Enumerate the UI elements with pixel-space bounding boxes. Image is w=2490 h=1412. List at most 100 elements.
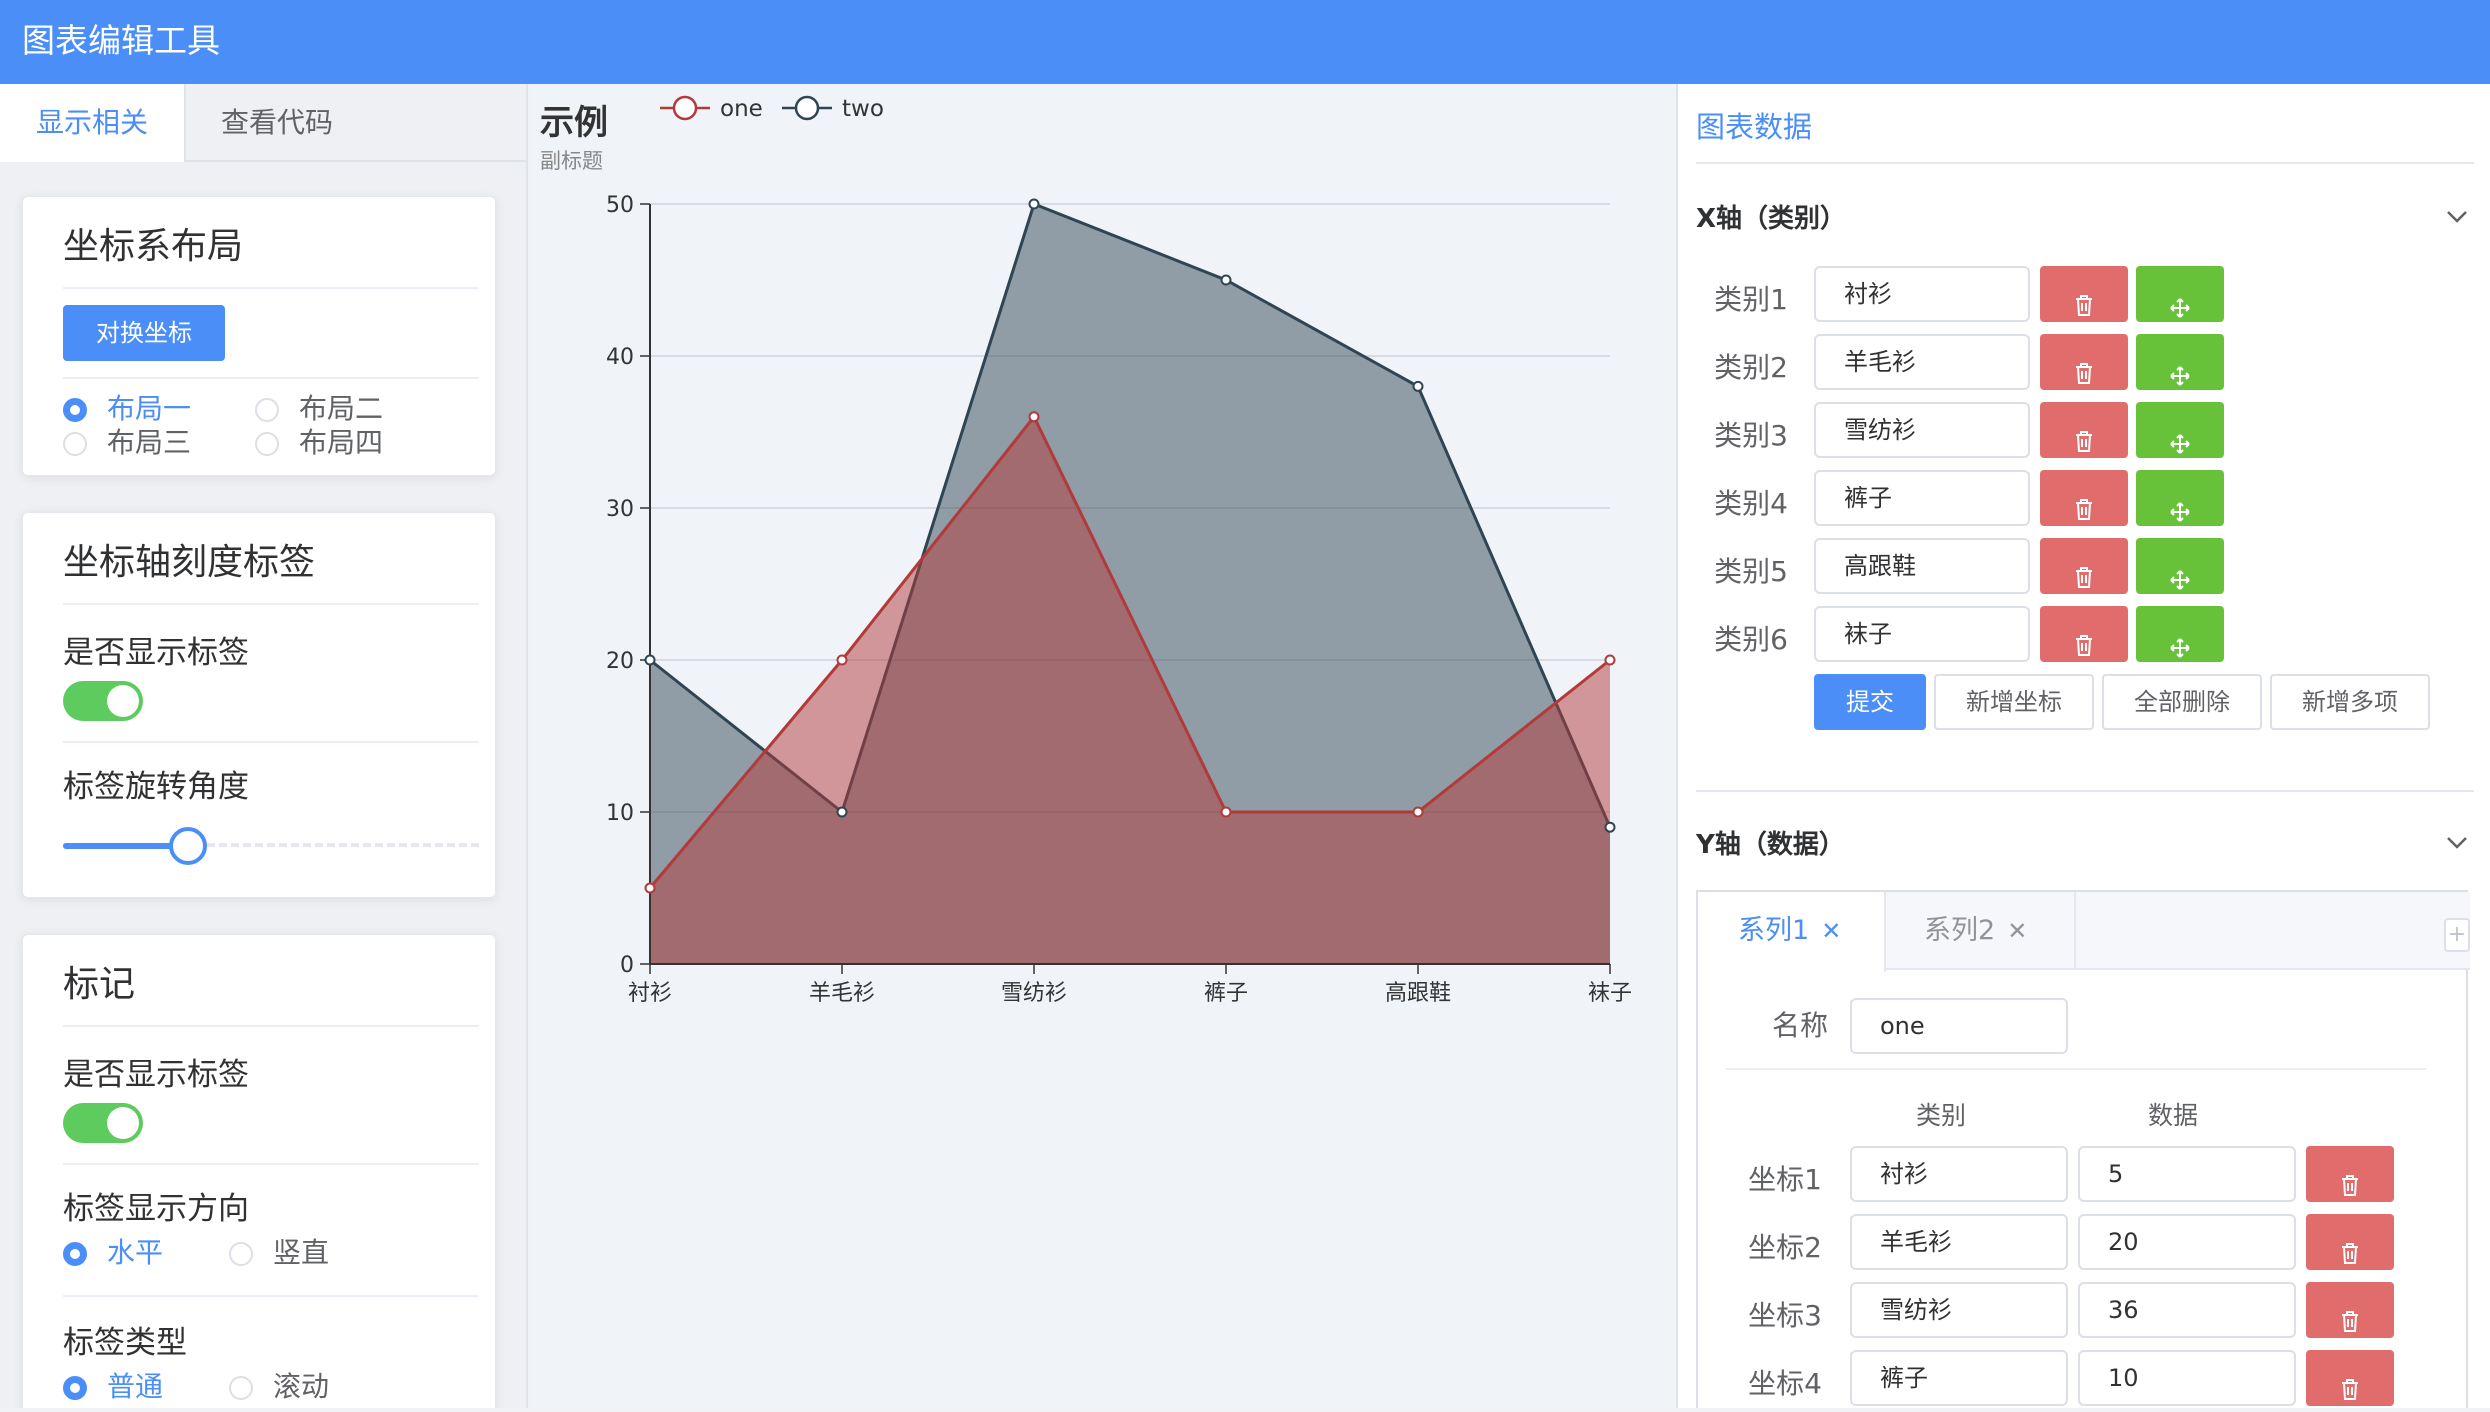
plus-icon[interactable]: + — [2444, 918, 2470, 952]
chevron-down-icon[interactable] — [2444, 204, 2470, 230]
marker-show-label-text: 是否显示标签 — [63, 1057, 249, 1093]
x-delete-button[interactable] — [2040, 334, 2128, 390]
x-tick-label: 雪纺衫 — [1001, 981, 1067, 1006]
marker-card: 标记 是否显示标签 标签显示方向 水平 竖直 标签类型 普通 滚动 — [22, 934, 496, 1408]
tab-view-code[interactable]: 查看代码 — [184, 84, 368, 162]
col-category-header: 类别 — [1916, 1101, 1967, 1130]
name-label: 名称 — [1771, 1009, 1828, 1042]
x-tick-label: 裤子 — [1204, 981, 1248, 1006]
x-tick-label: 袜子 — [1588, 981, 1632, 1006]
x-category-input[interactable]: 袜子 — [1814, 606, 2030, 662]
x-move-button[interactable] — [2136, 266, 2224, 322]
y-delete-button[interactable] — [2306, 1350, 2394, 1406]
radio-layout-3[interactable]: 布局三 — [63, 421, 191, 461]
y-tick-label: 50 — [606, 193, 634, 218]
tab-display[interactable]: 显示相关 — [0, 84, 184, 162]
swap-axis-button[interactable]: 对换坐标 — [63, 305, 225, 361]
x-category-input[interactable]: 雪纺衫 — [1814, 402, 2030, 458]
data-point-two — [644, 654, 656, 666]
y-row-label: 坐标4 — [1748, 1367, 1822, 1400]
y-value-input[interactable]: 36 — [2078, 1282, 2296, 1338]
slider-handle[interactable] — [168, 827, 207, 865]
x-move-button[interactable] — [2136, 334, 2224, 390]
move-icon — [2169, 266, 2191, 338]
y-delete-button[interactable] — [2306, 1282, 2394, 1338]
chart-data-title: 图表数据 — [1696, 110, 1813, 144]
app-title: 图表编辑工具 — [22, 21, 220, 60]
chevron-down-icon[interactable] — [2444, 830, 2470, 856]
chart-subtitle: 副标题 — [540, 149, 603, 173]
y-delete-button[interactable] — [2306, 1146, 2394, 1202]
right-panel: 图表数据 X轴（类别） 类别1 衬衫 类别2 羊毛衫 类别3 雪纺衫 类别4 裤… — [1676, 84, 2490, 1408]
x-category-input[interactable]: 羊毛衫 — [1814, 334, 2030, 390]
data-point-two — [1028, 198, 1040, 210]
series-tab-container: 系列1 ✕ 系列2 ✕ + 名称 one 类别 数据 坐标1 衬衫 5 坐标2 羊毛… — [1696, 890, 2470, 1408]
add-coord-button[interactable]: 新增坐标 — [1934, 674, 2094, 730]
data-point-one — [1028, 411, 1040, 423]
series-tab-1[interactable]: 系列1 ✕ — [1698, 892, 1886, 972]
data-point-two — [1220, 274, 1232, 286]
x-row-label: 类别3 — [1714, 419, 1788, 452]
series-tab-2[interactable]: 系列2 ✕ — [1886, 892, 2076, 970]
y-axis-section-title[interactable]: Y轴（数据） — [1696, 824, 1845, 861]
direction-label: 标签显示方向 — [63, 1191, 249, 1227]
radio-layout-4[interactable]: 布局四 — [255, 421, 383, 461]
data-point-one — [1412, 806, 1424, 818]
x-row-label: 类别2 — [1714, 351, 1788, 384]
radio-normal[interactable]: 普通 — [63, 1365, 163, 1405]
legend-label: one — [720, 96, 763, 122]
x-move-button[interactable] — [2136, 402, 2224, 458]
x-category-input[interactable]: 高跟鞋 — [1814, 538, 2030, 594]
x-tick-label: 衬衫 — [628, 981, 672, 1006]
coord-layout-card: 坐标系布局 对换坐标 布局一 布局二 布局三 布局四 — [22, 196, 496, 476]
submit-button[interactable]: 提交 — [1814, 674, 1926, 730]
radio-horizontal[interactable]: 水平 — [63, 1231, 163, 1271]
y-value-input[interactable]: 10 — [2078, 1350, 2296, 1406]
trash-icon — [2073, 334, 2095, 405]
close-icon[interactable]: ✕ — [2007, 917, 2027, 945]
y-category-input[interactable]: 衬衫 — [1850, 1146, 2068, 1202]
x-delete-button[interactable] — [2040, 470, 2128, 526]
coord-layout-title: 坐标系布局 — [63, 226, 244, 267]
radio-vertical[interactable]: 竖直 — [229, 1231, 329, 1271]
axis-labels-card: 坐标轴刻度标签 是否显示标签 标签旋转角度 — [22, 512, 496, 898]
radio-scroll[interactable]: 滚动 — [229, 1365, 329, 1405]
legend-marker — [794, 95, 820, 121]
move-icon — [2169, 402, 2191, 474]
x-category-input[interactable]: 裤子 — [1814, 470, 2030, 526]
y-value-input[interactable]: 5 — [2078, 1146, 2296, 1202]
y-category-input[interactable]: 裤子 — [1850, 1350, 2068, 1406]
series-name-input[interactable]: one — [1850, 998, 2068, 1054]
x-tick-label: 羊毛衫 — [809, 981, 875, 1006]
x-row-label: 类别6 — [1714, 623, 1788, 656]
add-multiple-button[interactable]: 新增多项 — [2270, 674, 2430, 730]
data-point-one — [1604, 654, 1616, 666]
move-icon — [2169, 470, 2191, 542]
y-tick-label: 20 — [606, 649, 634, 674]
x-delete-button[interactable] — [2040, 538, 2128, 594]
move-icon — [2169, 606, 2191, 678]
axis-label-toggle[interactable] — [63, 681, 143, 721]
x-delete-button[interactable] — [2040, 606, 2128, 662]
x-move-button[interactable] — [2136, 538, 2224, 594]
x-axis-section-title[interactable]: X轴（类别） — [1696, 198, 1846, 235]
x-category-input[interactable]: 衬衫 — [1814, 266, 2030, 322]
marker-label-toggle[interactable] — [63, 1103, 143, 1143]
close-icon[interactable]: ✕ — [1821, 917, 1841, 945]
y-category-input[interactable]: 羊毛衫 — [1850, 1214, 2068, 1270]
trash-icon — [2339, 1282, 2361, 1353]
x-move-button[interactable] — [2136, 606, 2224, 662]
marker-title: 标记 — [63, 964, 136, 1005]
y-value-input[interactable]: 20 — [2078, 1214, 2296, 1270]
delete-all-button[interactable]: 全部删除 — [2102, 674, 2262, 730]
col-data-header: 数据 — [2148, 1101, 2199, 1130]
rotate-angle-label: 标签旋转角度 — [63, 769, 249, 805]
y-delete-button[interactable] — [2306, 1214, 2394, 1270]
app-header: 图表编辑工具 — [0, 0, 2490, 84]
axis-labels-title: 坐标轴刻度标签 — [63, 542, 316, 583]
x-delete-button[interactable] — [2040, 402, 2128, 458]
y-category-input[interactable]: 雪纺衫 — [1850, 1282, 2068, 1338]
x-delete-button[interactable] — [2040, 266, 2128, 322]
chart-title: 示例 — [540, 103, 608, 143]
x-move-button[interactable] — [2136, 470, 2224, 526]
